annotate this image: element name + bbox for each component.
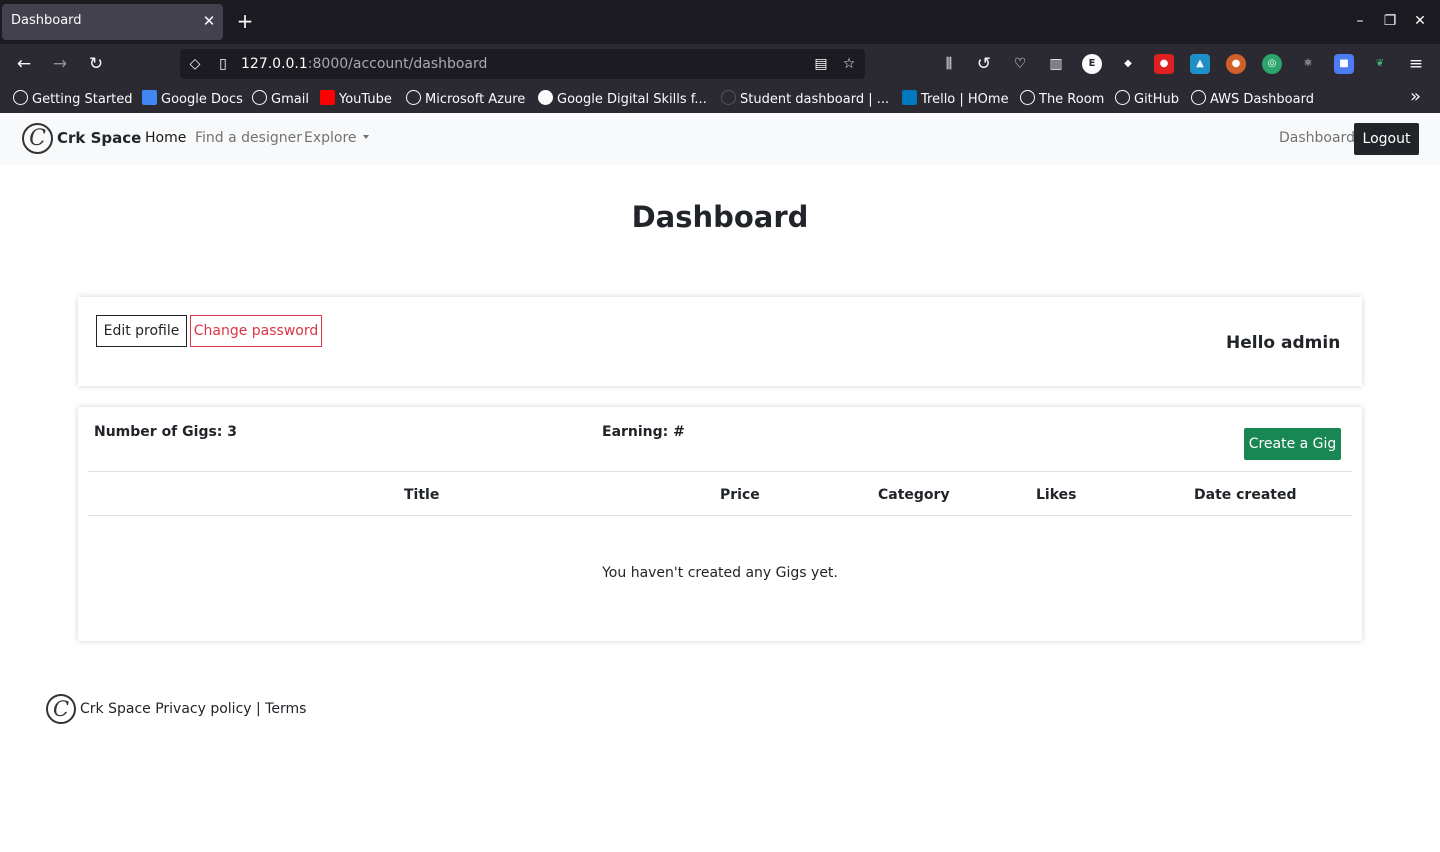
url-path: :8000/account/dashboard — [307, 56, 488, 72]
logout-button[interactable]: Logout — [1354, 123, 1419, 155]
forward-icon[interactable]: → — [49, 53, 71, 75]
bookmark-label: Microsoft Azure — [425, 92, 526, 107]
tab-close-icon[interactable]: ✕ — [200, 12, 218, 30]
history-icon[interactable]: ↺ — [973, 53, 995, 75]
bookmark-label: Gmail — [271, 92, 309, 107]
nav-home[interactable]: Home — [145, 130, 186, 146]
address-bar[interactable]: ◇ ▯ 127.0.0.1:8000/account/dashboard ▤ ☆ — [180, 49, 865, 79]
extension-dark-icon[interactable]: ◆ — [1118, 54, 1138, 74]
bookmark-item[interactable]: Student dashboard | ... — [721, 90, 889, 108]
empty-gigs-message: You haven't created any Gigs yet. — [602, 565, 838, 581]
bookmark-label: Getting Started — [32, 92, 133, 107]
extension-lock-icon[interactable]: ● — [1154, 54, 1174, 74]
extension-blue-icon[interactable]: ▲ — [1190, 54, 1210, 74]
greeting: Hello admin — [1226, 333, 1341, 353]
back-icon[interactable]: ← — [13, 53, 35, 75]
page-title: Dashboard — [631, 200, 809, 234]
bookmark-label: The Room — [1039, 92, 1105, 107]
library-icon[interactable]: ⫼ — [938, 53, 960, 75]
edit-profile-button[interactable]: Edit profile — [96, 315, 187, 347]
bookmark-label: AWS Dashboard — [1210, 92, 1314, 107]
bookmark-star-icon[interactable]: ☆ — [840, 55, 858, 73]
window-close-icon[interactable]: ✕ — [1411, 12, 1429, 30]
gigs-card: Number of Gigs: 3 Earning: # Create a Gi… — [78, 407, 1362, 641]
globe-icon — [13, 90, 28, 105]
menu-icon[interactable]: ≡ — [1405, 53, 1427, 75]
bookmark-label: Google Digital Skills f... — [557, 92, 707, 107]
globe-icon — [252, 90, 267, 105]
browser-tab[interactable]: Dashboard ✕ — [2, 4, 223, 40]
bookmark-label: Google Docs — [161, 92, 243, 107]
caret-down-icon — [362, 135, 369, 139]
globe-icon — [1020, 90, 1035, 105]
create-gig-button[interactable]: Create a Gig — [1244, 428, 1341, 460]
nav-explore-label: Explore — [304, 130, 357, 146]
earning: Earning: # — [602, 424, 685, 440]
bookmark-item[interactable]: AWS Dashboard — [1191, 90, 1314, 108]
gig-count: Number of Gigs: 3 — [94, 424, 238, 440]
extension-leaf-icon[interactable]: ❦ — [1370, 54, 1390, 74]
extension-orange-icon[interactable]: ● — [1226, 54, 1246, 74]
google-icon — [538, 90, 553, 105]
github-icon — [1115, 90, 1130, 105]
pocket-icon[interactable]: ♡ — [1009, 53, 1031, 75]
divider — [88, 515, 1352, 516]
bookmark-label: YouTube — [339, 92, 392, 107]
page-icon: ▯ — [219, 56, 227, 72]
reload-icon[interactable]: ↻ — [85, 53, 107, 75]
footer-text[interactable]: Crk Space Privacy policy | Terms — [80, 701, 306, 717]
profile-card: Edit profile Change password Hello admin — [78, 297, 1362, 386]
browser-toolbar: ← → ↻ ◇ ▯ 127.0.0.1:8000/account/dashboa… — [0, 44, 1440, 84]
bookmark-item[interactable]: Gmail — [252, 90, 309, 108]
column-header-likes: Likes — [1036, 487, 1077, 503]
bookmark-item[interactable]: Trello | HOme — [902, 90, 1009, 108]
bookmarks-bar: Getting Started Google Docs Gmail YouTub… — [0, 84, 1440, 113]
globe-icon — [1191, 90, 1206, 105]
bookmarks-overflow-icon[interactable]: » — [1410, 88, 1421, 106]
minimize-icon[interactable]: – — [1351, 12, 1369, 30]
column-header-price: Price — [720, 487, 760, 503]
extension-green-icon[interactable]: ◎ — [1262, 54, 1282, 74]
browser-tab-strip: Dashboard ✕ + – ❐ ✕ — [0, 0, 1440, 44]
bookmark-label: GitHub — [1134, 92, 1180, 107]
bookmark-item[interactable]: YouTube — [320, 90, 392, 108]
column-header-title: Title — [404, 487, 440, 503]
column-header-date-created: Date created — [1194, 487, 1297, 503]
footer-logo-icon: C — [46, 694, 76, 724]
extension-react-icon[interactable]: ⚛ — [1298, 54, 1318, 74]
bookmark-item[interactable]: Google Docs — [142, 90, 243, 108]
url-host: 127.0.0.1 — [241, 56, 308, 72]
sidebar-icon[interactable]: ▥ — [1045, 53, 1067, 75]
site-navbar: C Crk Space Home Find a designer Explore… — [0, 113, 1440, 165]
nav-explore-dropdown[interactable]: Explore — [304, 130, 369, 146]
bookmark-item[interactable]: Microsoft Azure — [406, 90, 525, 108]
extension-e-icon[interactable]: E — [1082, 54, 1102, 74]
youtube-icon — [320, 90, 335, 105]
reader-mode-icon[interactable]: ▤ — [812, 55, 830, 73]
nav-dashboard[interactable]: Dashboard — [1279, 130, 1355, 146]
student-icon — [721, 90, 736, 105]
change-password-button[interactable]: Change password — [190, 315, 322, 347]
trello-icon — [902, 90, 917, 105]
bookmark-item[interactable]: Google Digital Skills f... — [538, 90, 707, 108]
globe-icon — [406, 90, 421, 105]
bookmark-label: Student dashboard | ... — [740, 92, 890, 107]
new-tab-icon[interactable]: + — [234, 11, 256, 33]
bookmark-item[interactable]: GitHub — [1115, 90, 1179, 108]
bookmark-label: Trello | HOme — [921, 92, 1009, 107]
divider — [88, 471, 1352, 472]
column-header-category: Category — [878, 487, 950, 503]
bookmark-item[interactable]: The Room — [1020, 90, 1104, 108]
tab-title: Dashboard — [11, 13, 82, 28]
brand-logo-icon[interactable]: C — [22, 123, 53, 154]
nav-find-designer[interactable]: Find a designer — [195, 130, 302, 146]
url-text[interactable]: 127.0.0.1:8000/account/dashboard — [241, 56, 487, 72]
bookmark-item[interactable]: Getting Started — [13, 90, 133, 108]
restore-icon[interactable]: ❐ — [1381, 12, 1399, 30]
brand-name[interactable]: Crk Space — [57, 129, 141, 147]
extension-video-icon[interactable]: ■ — [1334, 54, 1354, 74]
shield-icon[interactable]: ◇ — [186, 55, 204, 73]
google-docs-icon — [142, 90, 157, 105]
